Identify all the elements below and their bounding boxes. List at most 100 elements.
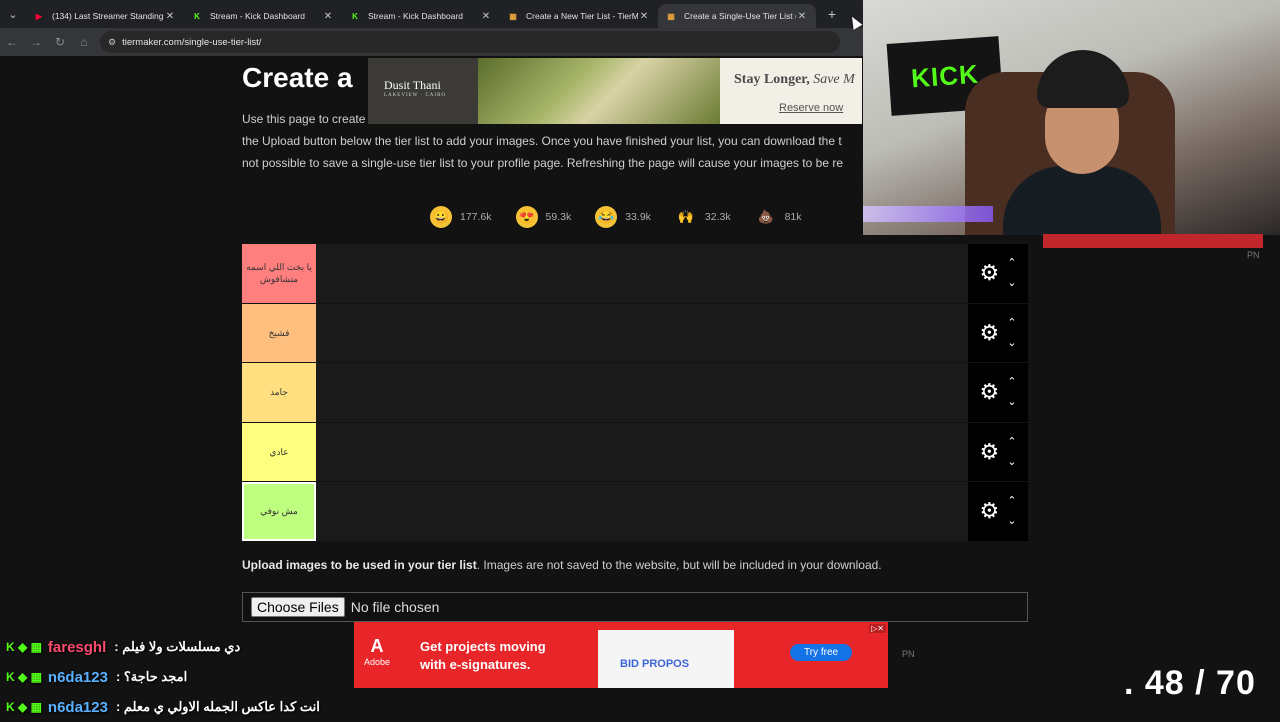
gear-icon[interactable]: ⚙ <box>980 262 1000 284</box>
tier-move-arrows: ⌃ ⌄ <box>1007 496 1016 527</box>
tier-drop-zone[interactable] <box>316 244 968 303</box>
tab-title: Stream - Kick Dashboard <box>210 11 305 21</box>
close-tab-icon[interactable]: ✕ <box>638 11 650 22</box>
tiermaker-icon: ▦ <box>667 11 675 21</box>
tier-label[interactable]: مش نوفي <box>242 482 316 541</box>
pn-label: PN <box>1247 250 1260 260</box>
tier-drop-zone[interactable] <box>316 363 968 422</box>
description-line: the Upload button below the tier list to… <box>242 134 842 148</box>
gear-icon[interactable]: ⚙ <box>980 321 1000 344</box>
gear-icon[interactable]: ⚙ <box>980 500 1000 522</box>
tier-row: عادي ⚙ ⌃ ⌄ <box>242 422 1028 482</box>
kick-icon: K <box>194 11 200 21</box>
description-line: not possible to save a single-use tier l… <box>242 156 843 170</box>
reaction-button[interactable]: 🙌 32.3k <box>675 206 731 228</box>
tier-controls: ⚙ ⌃ ⌄ <box>968 422 1028 481</box>
chat-message: K ◆ ▦ faresghl دي مسلسلات ولا فيلم : <box>0 632 400 662</box>
chevron-up-icon[interactable]: ⌃ <box>1007 317 1016 328</box>
ad-photo <box>478 58 720 124</box>
forward-icon[interactable]: → <box>24 30 48 54</box>
ad-brand-logo: Dusit Thani LAKEVIEW · CAIRO <box>368 58 478 124</box>
chevron-up-icon[interactable]: ⌃ <box>1007 377 1016 388</box>
tab-title: (134) Last Streamer Standing W <box>52 11 164 21</box>
tab-title: Create a New Tier List - TierMa <box>526 11 638 21</box>
tier-row: فشيخ ⚙ ⌃ ⌄ <box>242 303 1028 363</box>
tier-list: يا بخت اللي اسمه متشافوش ⚙ ⌃ ⌄ فشيخ ⚙ ⌃ ⌄ جامد ⚙ ⌃… <box>242 244 1028 542</box>
url-bar[interactable]: ⚙ tiermaker.com/single-use-tier-list/ <box>100 31 840 53</box>
ad-headline-line: with e-signatures. <box>420 657 531 672</box>
choose-files-button[interactable]: Choose Files <box>251 597 345 617</box>
gear-icon[interactable]: ⚙ <box>980 440 1000 463</box>
browser-tab[interactable]: K Stream - Kick Dashboard ✕ <box>342 4 500 28</box>
tier-label[interactable]: جامد <box>242 363 316 422</box>
adobe-mark-icon: A <box>370 636 384 656</box>
reload-icon[interactable]: ↻ <box>48 30 72 54</box>
reaction-emoji-icon: 😍 <box>515 206 538 228</box>
stream-chat: K ◆ ▦ faresghl دي مسلسلات ولا فيلم : K ◆ ▦ n… <box>0 632 400 722</box>
reaction-button[interactable]: 💩 81k <box>755 206 802 228</box>
gear-icon[interactable]: ⚙ <box>980 381 1000 403</box>
close-tab-icon[interactable]: ✕ <box>796 11 808 22</box>
tier-move-arrows: ⌃ ⌄ <box>1007 377 1016 408</box>
tier-controls: ⚙ ⌃ ⌄ <box>968 482 1028 541</box>
browser-tab[interactable]: ▶ (134) Last Streamer Standing W ✕ <box>26 4 184 28</box>
tab-search-icon[interactable]: ⌄ <box>0 0 26 28</box>
chat-username: n6da123 <box>47 698 108 716</box>
home-icon[interactable]: ⌂ <box>72 30 96 54</box>
browser-tab[interactable]: ▦ Create a Single-Use Tier List (P ✕ <box>658 4 816 28</box>
tier-label[interactable]: فشيخ <box>242 303 316 362</box>
browser-tab[interactable]: K Stream - Kick Dashboard ✕ <box>184 4 342 28</box>
ad-brand-name: Dusit Thani <box>384 78 441 92</box>
tier-controls: ⚙ ⌃ ⌄ <box>968 244 1028 303</box>
goal-counter: . 48 / 70 <box>1124 664 1256 702</box>
browser-tab[interactable]: ▦ Create a New Tier List - TierMa ✕ <box>500 4 658 28</box>
reaction-count: 177.6k <box>460 211 492 223</box>
chevron-down-icon[interactable]: ⌄ <box>1007 456 1016 467</box>
chevron-down-icon[interactable]: ⌄ <box>1007 516 1016 527</box>
adchoices-icon[interactable]: ▷✕ <box>869 624 886 633</box>
chevron-down-icon[interactable]: ⌄ <box>1007 278 1016 289</box>
back-icon[interactable]: ← <box>0 30 24 54</box>
adobe-ad-banner[interactable]: A Adobe Get projects moving with e-signatu… <box>354 622 888 688</box>
tab-title: Stream - Kick Dashboard <box>368 11 463 21</box>
chat-message: K ◆ ▦ n6da123 انت كدا عاكس الجمله الاولي ي… <box>0 692 400 722</box>
tier-drop-zone[interactable] <box>316 482 968 541</box>
chevron-down-icon[interactable]: ⌄ <box>1007 397 1016 408</box>
adobe-logo: A Adobe <box>364 636 390 667</box>
ad-brand-sub: LAKEVIEW · CAIRO <box>384 93 447 98</box>
try-free-button[interactable]: Try free <box>790 644 853 661</box>
chat-text: دي مسلسلات ولا فيلم : <box>114 639 241 654</box>
reaction-button[interactable]: 😂 33.9k <box>595 206 651 228</box>
tiermaker-icon: ▦ <box>509 11 517 21</box>
tier-label[interactable]: يا بخت اللي اسمه متشافوش <box>242 244 316 303</box>
pn-label: PN <box>902 649 915 659</box>
tier-move-arrows: ⌃ ⌄ <box>1007 317 1016 348</box>
hotel-ad-banner[interactable]: Dusit Thani LAKEVIEW · CAIRO Stay Longer,… <box>368 58 862 124</box>
webcam-caption-bar <box>1043 234 1263 248</box>
new-tab-button[interactable]: + <box>820 2 844 26</box>
reserve-now-link[interactable]: Reserve now <box>779 102 843 114</box>
file-status: No file chosen <box>350 599 440 615</box>
upload-instructions-bold: Upload images to be used in your tier li… <box>242 558 477 572</box>
chat-badges-icon: K ◆ ▦ <box>6 640 42 654</box>
chat-text: انت كدا عاكس الجمله الاولي ي معلم : <box>115 699 320 714</box>
close-tab-icon[interactable]: ✕ <box>480 11 492 22</box>
reaction-button[interactable]: 😀 177.6k <box>430 206 492 228</box>
chat-text: امجد حاجة؟ : <box>115 669 188 684</box>
tier-move-arrows: ⌃ ⌄ <box>1007 436 1016 467</box>
reaction-count: 81k <box>784 211 802 223</box>
tier-drop-zone[interactable] <box>316 303 968 362</box>
youtube-icon: ▶ <box>35 11 43 21</box>
tier-drop-zone[interactable] <box>316 422 968 481</box>
site-info-icon[interactable]: ⚙ <box>108 37 116 48</box>
reaction-button[interactable]: 😍 59.3k <box>515 206 571 228</box>
close-tab-icon[interactable]: ✕ <box>164 11 176 22</box>
chevron-up-icon[interactable]: ⌃ <box>1007 436 1016 447</box>
reaction-emoji-icon: 💩 <box>757 209 774 224</box>
close-tab-icon[interactable]: ✕ <box>322 11 334 22</box>
tier-label[interactable]: عادي <box>242 422 316 481</box>
chevron-up-icon[interactable]: ⌃ <box>1007 258 1016 269</box>
chevron-up-icon[interactable]: ⌃ <box>1007 496 1016 507</box>
ad-headline: Get projects moving with e-signatures. <box>420 638 546 674</box>
chevron-down-icon[interactable]: ⌄ <box>1007 337 1016 348</box>
